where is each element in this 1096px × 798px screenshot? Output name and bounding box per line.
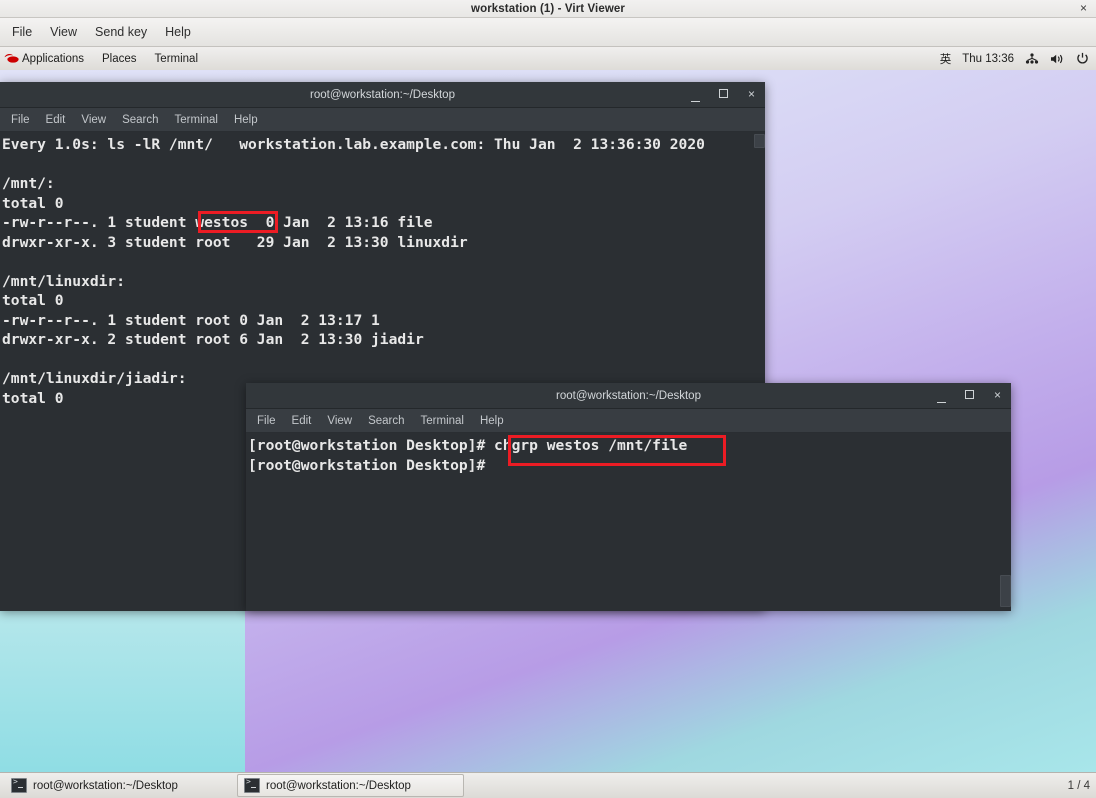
terminal1-menu-edit[interactable]: Edit	[39, 114, 73, 126]
terminal2-menu-help[interactable]: Help	[473, 415, 511, 427]
virt-viewer-title: workstation (1) - Virt Viewer	[471, 2, 625, 15]
virt-viewer-titlebar: workstation (1) - Virt Viewer ×	[0, 0, 1096, 18]
terminal1-menu-search[interactable]: Search	[115, 114, 165, 126]
volume-icon[interactable]	[1050, 53, 1065, 65]
power-icon[interactable]	[1076, 52, 1089, 65]
taskbar-item-label: root@workstation:~/Desktop	[266, 779, 411, 792]
terminal1-menu-help[interactable]: Help	[227, 114, 265, 126]
workspace-indicator[interactable]: 1 / 4	[1068, 780, 1090, 792]
terminal2-scrollbar[interactable]	[998, 433, 1011, 611]
gnome-panel-right: 英 Thu 13:36	[940, 47, 1096, 70]
terminal2-output: [root@workstation Desktop]# chgrp westos…	[248, 437, 688, 474]
terminal2-title: root@workstation:~/Desktop	[556, 389, 701, 402]
menu-item-help[interactable]: Help	[157, 23, 199, 41]
taskbar-item-terminal-1[interactable]: root@workstation:~/Desktop	[4, 774, 231, 797]
red-hat-logo-icon	[4, 54, 19, 63]
terminal2-window-buttons: ×	[936, 383, 1003, 408]
maximize-icon[interactable]	[964, 390, 975, 401]
menu-item-send-key[interactable]: Send key	[87, 23, 155, 41]
desktop-wallpaper-lower-left	[0, 605, 245, 773]
gnome-top-panel: Applications Places Terminal 英 Thu 13:36	[0, 47, 1096, 71]
clock[interactable]: Thu 13:36	[962, 53, 1014, 65]
taskbar-item-label: root@workstation:~/Desktop	[33, 779, 178, 792]
terminal1-menu-view[interactable]: View	[74, 114, 113, 126]
terminal1-title: root@workstation:~/Desktop	[310, 88, 455, 101]
virt-viewer-menubar: File View Send key Help	[0, 18, 1096, 47]
terminal1-titlebar[interactable]: root@workstation:~/Desktop ×	[0, 82, 765, 108]
network-icon[interactable]	[1025, 52, 1039, 65]
close-icon[interactable]: ×	[746, 88, 757, 100]
terminal2-menu-view[interactable]: View	[320, 415, 359, 427]
terminal2-menu-file[interactable]: File	[250, 415, 283, 427]
menu-item-file[interactable]: File	[4, 23, 40, 41]
terminal-icon	[11, 777, 27, 793]
terminal2-titlebar[interactable]: root@workstation:~/Desktop ×	[246, 383, 1011, 409]
close-icon[interactable]: ×	[992, 389, 1003, 401]
terminal-icon	[244, 777, 260, 793]
terminal1-output: Every 1.0s: ls -lR /mnt/ workstation.lab…	[2, 136, 705, 407]
maximize-icon[interactable]	[718, 89, 729, 100]
terminal2-body[interactable]: [root@workstation Desktop]# chgrp westos…	[246, 433, 1011, 611]
taskbar-item-terminal-2[interactable]: root@workstation:~/Desktop	[237, 774, 464, 797]
minimize-icon[interactable]	[936, 390, 947, 403]
close-icon[interactable]: ×	[1077, 1, 1090, 15]
terminal1-window-buttons: ×	[690, 82, 757, 107]
input-method-indicator[interactable]: 英	[940, 51, 952, 67]
terminal-menu[interactable]: Terminal	[146, 47, 207, 70]
terminal1-menubar: File Edit View Search Terminal Help	[0, 108, 765, 132]
menu-item-view[interactable]: View	[42, 23, 85, 41]
taskbar: root@workstation:~/Desktop root@workstat…	[0, 772, 1096, 798]
terminal2-menubar: File Edit View Search Terminal Help	[246, 409, 1011, 433]
terminal1-menu-file[interactable]: File	[4, 114, 37, 126]
screen: workstation (1) - Virt Viewer × File Vie…	[0, 0, 1096, 798]
terminal1-scrollbar-thumb[interactable]	[754, 134, 765, 148]
gnome-panel-left: Applications Places Terminal	[0, 47, 207, 70]
places-menu[interactable]: Places	[93, 47, 146, 70]
minimize-icon[interactable]	[690, 89, 701, 102]
terminal2-scrollbar-thumb[interactable]	[1000, 575, 1011, 607]
terminal1-menu-terminal[interactable]: Terminal	[168, 114, 225, 126]
terminal2-menu-search[interactable]: Search	[361, 415, 411, 427]
terminal2-menu-terminal[interactable]: Terminal	[414, 415, 471, 427]
terminal2-menu-edit[interactable]: Edit	[285, 415, 319, 427]
terminal-window-command[interactable]: root@workstation:~/Desktop × File Edit V…	[246, 383, 1011, 611]
